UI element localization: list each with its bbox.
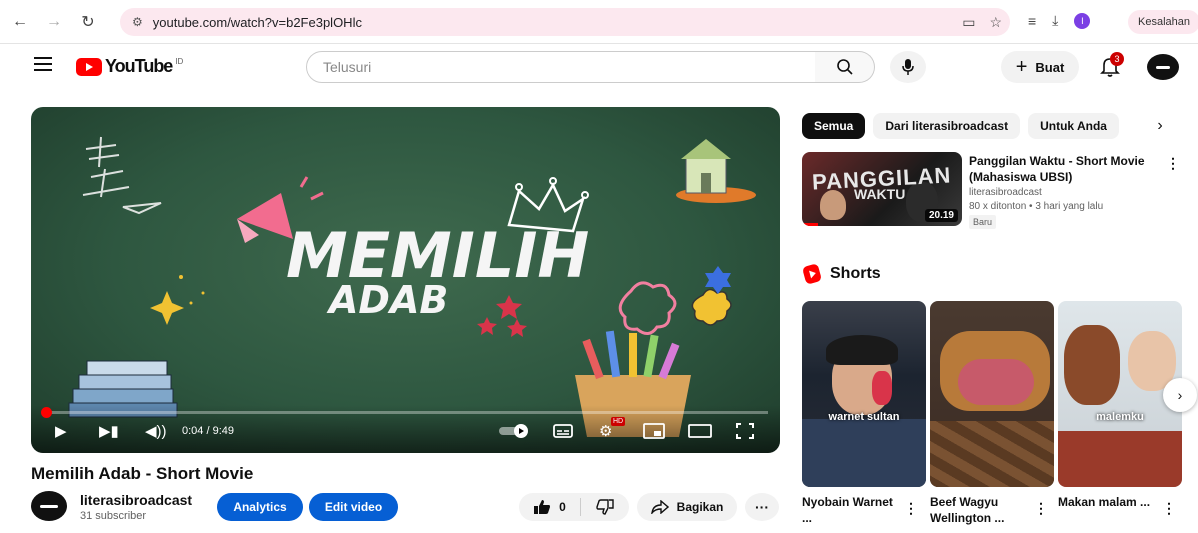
video-frame: MEMILIH ADAB (68, 136, 756, 437)
install-app-icon[interactable]: ▭ (962, 14, 975, 31)
player-controls: ▶ ▶▮ ◀)) 0:04 / 9:49 ⚙ HD (31, 405, 780, 453)
short-title[interactable]: Makan malam ... (1058, 494, 1154, 510)
like-count: 0 (559, 500, 566, 514)
thumbnail-meat (958, 359, 1034, 405)
channel-name[interactable]: literasibroadcast (80, 492, 192, 508)
reading-list-icon[interactable]: ≡ (1028, 13, 1036, 29)
browser-toolbar: ← → ↻ ⚙ youtube.com/watch?v=b2Fe3plOHlc … (0, 0, 1198, 44)
more-actions-button[interactable]: ··· (745, 493, 779, 521)
theater-mode-icon[interactable] (688, 423, 712, 444)
kebab-menu-icon[interactable]: ⋮ (1166, 155, 1180, 172)
thumbnail-hair (826, 335, 898, 365)
region-code: ID (175, 57, 184, 66)
kebab-menu-icon[interactable]: ⋮ (1034, 500, 1048, 517)
forward-arrow-icon[interactable]: → (40, 8, 68, 36)
hd-badge: HD (611, 417, 626, 426)
play-icon[interactable]: ▶ (55, 423, 67, 441)
new-badge: Baru (969, 215, 997, 229)
notification-badge: 3 (1110, 52, 1124, 66)
recommended-title[interactable]: Panggilan Waktu - Short Movie (Mahasiswa… (969, 153, 1164, 185)
voice-search-button[interactable] (890, 51, 926, 83)
duration-badge: 20.19 (924, 209, 958, 222)
progress-bar[interactable] (43, 411, 768, 414)
analytics-button[interactable]: Analytics (217, 493, 303, 521)
volume-icon[interactable]: ◀)) (145, 423, 167, 441)
create-label: Buat (1035, 59, 1065, 75)
recommended-meta: 80 x ditonton • 3 hari yang lalu (969, 201, 1104, 212)
bookmark-star-icon[interactable]: ☆ (989, 14, 1002, 31)
short-caption: warnet sultan (828, 411, 900, 423)
thumbnail-plate (1058, 431, 1182, 487)
scrub-handle[interactable] (41, 407, 52, 418)
video-title: Memilih Adab - Short Movie (31, 464, 254, 483)
edit-video-button[interactable]: Edit video (309, 493, 398, 521)
time-display: 0:04 / 9:49 (182, 425, 234, 437)
chip-for-you[interactable]: Untuk Anda (1028, 113, 1119, 139)
short-caption: malemku (1096, 411, 1144, 423)
short-thumbnail[interactable]: warnet sultan (802, 301, 926, 487)
share-button[interactable]: Bagikan (637, 493, 737, 521)
download-icon[interactable]: ⤓ (1052, 12, 1058, 29)
address-bar[interactable]: ⚙ youtube.com/watch?v=b2Fe3plOHlc ▭ ☆ (120, 8, 1010, 36)
search-icon (836, 59, 853, 75)
back-arrow-icon[interactable]: ← (6, 8, 34, 36)
like-dislike-group: 0 (519, 493, 629, 521)
channel-avatar[interactable] (31, 491, 67, 521)
thumbs-up-icon (534, 500, 551, 514)
like-button[interactable]: 0 (519, 498, 581, 516)
recommended-thumbnail[interactable]: PANGGILAN WAKTU 20.19 (802, 152, 962, 226)
subtitles-icon[interactable] (553, 423, 573, 444)
thumbnail-meat (1064, 325, 1120, 405)
chevron-right-icon[interactable]: › (1163, 378, 1197, 412)
autoplay-toggle-icon[interactable] (499, 423, 531, 444)
thumbs-down-icon (596, 499, 614, 515)
microphone-icon (902, 59, 914, 75)
plus-icon: + (1015, 56, 1028, 78)
youtube-header: YouTube ID Telusuri + Buat 3 (0, 44, 1198, 92)
shorts-header: Shorts (801, 263, 881, 285)
subscriber-count: 31 subscriber (80, 510, 147, 522)
profile-avatar[interactable]: I (1074, 12, 1091, 29)
notifications-button[interactable]: 3 (1100, 52, 1124, 78)
video-player[interactable]: MEMILIH ADAB ▶ ▶▮ ◀)) 0:04 / 9:49 ⚙ HD (31, 107, 780, 453)
share-arrow-icon (650, 500, 669, 514)
thumbnail-shirt (802, 419, 926, 487)
logo-text: YouTube (105, 56, 173, 76)
thumbnail-board (930, 421, 1054, 487)
youtube-play-icon (76, 57, 102, 76)
search-input[interactable]: Telusuri (306, 51, 816, 83)
account-avatar[interactable] (1147, 54, 1179, 80)
youtube-logo[interactable]: YouTube ID (76, 56, 183, 77)
watched-progress (802, 223, 818, 226)
short-title[interactable]: Nyobain Warnet ... (802, 494, 898, 526)
fullscreen-icon[interactable] (736, 423, 754, 444)
chip-all[interactable]: Semua (802, 113, 866, 139)
search-button[interactable] (815, 51, 875, 83)
chip-from-channel[interactable]: Dari literasibroadcast (873, 113, 1021, 139)
thumbnail-text: WAKTU (854, 186, 906, 202)
shorts-title: Shorts (830, 265, 881, 282)
url-text: youtube.com/watch?v=b2Fe3plOHlc (152, 14, 362, 30)
thumbnail-phone (872, 371, 892, 405)
short-thumbnail[interactable] (930, 301, 1054, 487)
kebab-menu-icon[interactable]: ⋮ (904, 500, 918, 517)
error-button[interactable]: Kesalahan (1128, 10, 1198, 34)
reload-icon[interactable]: ↻ (74, 8, 102, 36)
kebab-menu-icon[interactable]: ⋮ (1162, 500, 1176, 517)
chevron-right-icon[interactable]: › (1148, 114, 1172, 138)
site-info-icon[interactable]: ⚙ (132, 15, 143, 29)
create-button[interactable]: + Buat (1001, 51, 1079, 83)
settings-gear-icon[interactable]: ⚙ HD (599, 417, 626, 441)
next-video-icon[interactable]: ▶▮ (99, 423, 119, 441)
miniplayer-icon[interactable] (643, 423, 665, 444)
recommended-channel[interactable]: literasibroadcast (969, 187, 1042, 198)
art-title-line2: ADAB (326, 278, 448, 322)
short-title[interactable]: Beef Wagyu Wellington ... (930, 494, 1026, 526)
hamburger-menu-icon[interactable] (34, 57, 52, 71)
shorts-logo-icon (801, 263, 823, 285)
share-label: Bagikan (676, 500, 724, 514)
dislike-button[interactable] (581, 499, 629, 515)
filter-chips: Semua Dari literasibroadcast Untuk Anda (802, 113, 1119, 139)
